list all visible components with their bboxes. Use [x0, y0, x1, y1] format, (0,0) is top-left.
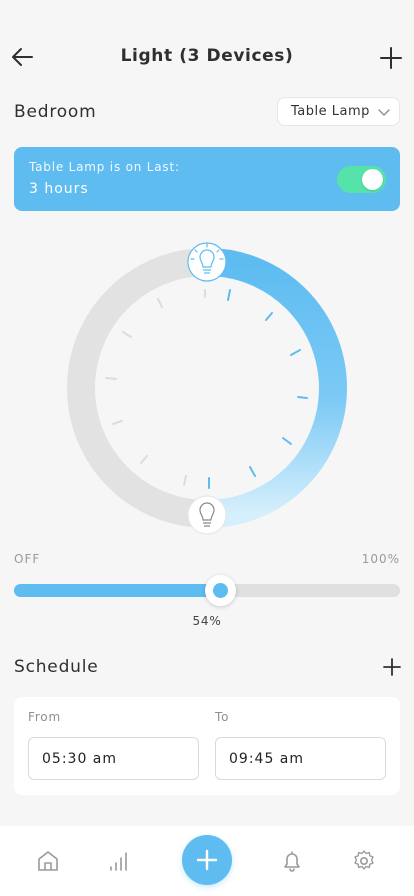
- chevron-down-icon: [378, 109, 390, 116]
- home-icon[interactable]: [35, 848, 61, 874]
- schedule-title: Schedule: [14, 657, 99, 677]
- schedule-card: From To 05:30 am 09:45 am: [14, 697, 400, 795]
- device-dropdown[interactable]: Table Lamp: [277, 97, 400, 126]
- from-label: From: [28, 710, 61, 724]
- gear-icon[interactable]: [351, 848, 377, 874]
- brightness-dial[interactable]: [0, 226, 414, 546]
- slider-min-label: OFF: [14, 552, 41, 566]
- plus-icon[interactable]: [382, 657, 402, 677]
- add-fab-button[interactable]: [182, 835, 232, 885]
- from-time-field[interactable]: 05:30 am: [28, 737, 199, 780]
- toggle-knob: [362, 169, 383, 190]
- slider-thumb-dot: [213, 583, 228, 598]
- status-label: Table Lamp is on Last:: [29, 160, 180, 174]
- slider-fill: [14, 584, 220, 597]
- device-dropdown-value: Table Lamp: [291, 104, 370, 119]
- bulb-on-icon[interactable]: [187, 242, 227, 282]
- to-time-field[interactable]: 09:45 am: [215, 737, 386, 780]
- slider-thumb[interactable]: [205, 575, 236, 606]
- stats-icon[interactable]: [106, 848, 132, 874]
- status-card: Table Lamp is on Last: 3 hours: [14, 147, 400, 211]
- status-value: 3 hours: [29, 181, 89, 197]
- to-label: To: [215, 710, 230, 724]
- room-name: Bedroom: [14, 102, 97, 122]
- bulb-off-icon[interactable]: [187, 495, 227, 535]
- bell-icon[interactable]: [279, 848, 305, 874]
- plus-icon[interactable]: [378, 45, 404, 71]
- slider-max-label: 100%: [361, 552, 400, 566]
- brightness-slider[interactable]: [14, 575, 400, 606]
- page-title: Light (3 Devices): [120, 46, 294, 66]
- slider-value-label: 54%: [192, 614, 222, 628]
- plus-icon: [196, 849, 218, 871]
- dial-arc: [206, 248, 347, 528]
- power-toggle[interactable]: [337, 166, 386, 193]
